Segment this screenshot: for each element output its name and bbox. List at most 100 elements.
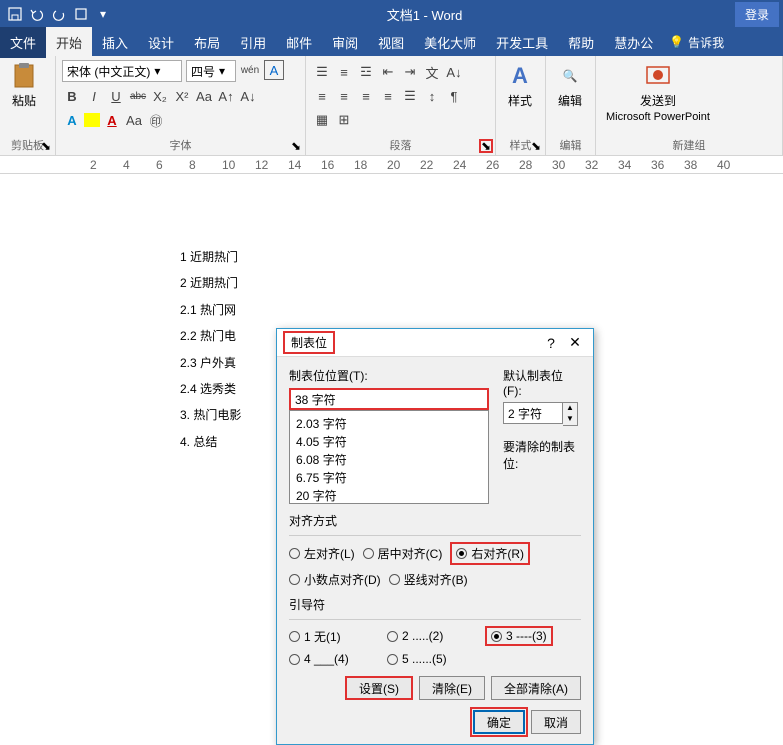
tab-help[interactable]: 帮助 [558, 27, 604, 58]
numbering-button[interactable]: ≡ [334, 62, 354, 82]
show-marks-button[interactable]: ¶ [444, 86, 464, 106]
editing-button[interactable]: 🔍编辑 [552, 60, 588, 111]
leader-1-radio[interactable]: 1 无(1) [289, 628, 379, 645]
save-icon[interactable] [4, 3, 26, 25]
underline-button[interactable]: U [106, 86, 126, 106]
decrease-indent-button[interactable]: ⇤ [378, 62, 398, 82]
multilevel-button[interactable]: ☲ [356, 62, 376, 82]
spin-up-icon[interactable]: ▲ [563, 403, 577, 414]
clear-button[interactable]: 清除(E) [419, 676, 485, 700]
line-spacing-button[interactable]: ↕ [422, 86, 442, 106]
shrink-font-button[interactable]: A↓ [238, 86, 258, 106]
justify-button[interactable]: ≡ [378, 86, 398, 106]
ruler-mark: 8 [189, 158, 196, 172]
text-effects-button[interactable]: A [62, 110, 82, 130]
grow-font-button[interactable]: A↑ [216, 86, 236, 106]
ruler-mark: 18 [354, 158, 367, 172]
enclose-char-button[interactable]: ㊞ [146, 110, 166, 130]
paste-button[interactable]: 粘贴 [6, 60, 42, 111]
list-item[interactable]: 6.08 字符 [296, 451, 482, 469]
styles-icon: A [506, 62, 534, 90]
tab-home[interactable]: 开始 [46, 27, 92, 58]
ruler-mark: 16 [321, 158, 334, 172]
cancel-button[interactable]: 取消 [531, 710, 581, 734]
tab-beautify[interactable]: 美化大师 [414, 27, 486, 58]
list-item[interactable]: 4.05 字符 [296, 433, 482, 451]
subscript-button[interactable]: X₂ [150, 86, 170, 106]
list-item[interactable]: 2.03 字符 [296, 415, 482, 433]
ruler-mark: 34 [618, 158, 631, 172]
tab-insert[interactable]: 插入 [92, 27, 138, 58]
tab-review[interactable]: 审阅 [322, 27, 368, 58]
doc-line: 2.4 选秀类 [180, 376, 241, 402]
horizontal-ruler[interactable]: 246810121416182022242628303234363840 [0, 156, 783, 174]
italic-button[interactable]: I [84, 86, 104, 106]
distribute-button[interactable]: ☰ [400, 86, 420, 106]
redo-icon[interactable] [48, 3, 70, 25]
leader-4-radio[interactable]: 4 ___(4) [289, 652, 379, 666]
qat-customize-icon[interactable]: ▾ [92, 3, 114, 25]
borders-button[interactable]: ⊞ [334, 110, 354, 130]
font-size-combo[interactable]: 四号▾ [186, 60, 236, 82]
leader-5-radio[interactable]: 5 ......(5) [387, 652, 447, 666]
align-left-radio[interactable]: 左对齐(L) [289, 545, 355, 562]
styles-launcher[interactable]: ⬊ [529, 139, 543, 153]
align-left-button[interactable]: ≡ [312, 86, 332, 106]
align-right-radio[interactable]: 右对齐(R) [450, 542, 530, 565]
clear-all-button[interactable]: 全部清除(A) [491, 676, 581, 700]
list-item[interactable]: 6.75 字符 [296, 469, 482, 487]
tab-mailings[interactable]: 邮件 [276, 27, 322, 58]
spin-down-icon[interactable]: ▼ [563, 414, 577, 425]
tab-references[interactable]: 引用 [230, 27, 276, 58]
paragraph-launcher[interactable]: ⬊ [479, 139, 493, 153]
list-item[interactable]: 20 字符 [296, 487, 482, 504]
default-tab-spinner[interactable]: ▲▼ [503, 402, 581, 426]
change-case-button[interactable]: Aa [194, 86, 214, 106]
align-right-button[interactable]: ≡ [356, 86, 376, 106]
styles-button[interactable]: A样式 [502, 60, 538, 111]
tell-me[interactable]: 💡 告诉我 [669, 34, 724, 51]
login-button[interactable]: 登录 [735, 2, 779, 27]
undo-icon[interactable] [26, 3, 48, 25]
highlight-button[interactable] [84, 113, 100, 127]
tab-position-input[interactable] [289, 388, 489, 410]
send-to-ppt-button[interactable]: 发送到Microsoft PowerPoint [602, 60, 714, 125]
clipboard-launcher[interactable]: ⬊ [39, 139, 53, 153]
tab-huiban[interactable]: 慧办公 [604, 27, 663, 58]
strike-button[interactable]: abc [128, 86, 148, 106]
phonetic-button[interactable]: wén [240, 60, 260, 80]
font-launcher[interactable]: ⬊ [289, 139, 303, 153]
sort-button[interactable]: A↓ [444, 62, 464, 82]
char-border-button[interactable]: A [264, 60, 284, 80]
align-center-radio[interactable]: 居中对齐(C) [363, 545, 443, 562]
superscript-button[interactable]: X² [172, 86, 192, 106]
font-color-button[interactable]: A [102, 110, 122, 130]
tab-design[interactable]: 设计 [138, 27, 184, 58]
font-family-combo[interactable]: 宋体 (中文正文)▾ [62, 60, 182, 82]
set-button[interactable]: 设置(S) [345, 676, 413, 700]
bold-button[interactable]: B [62, 86, 82, 106]
text-direction-button[interactable]: 文 [422, 62, 442, 82]
leader-2-radio[interactable]: 2 .....(2) [387, 629, 477, 643]
alignment-label: 对齐方式 [289, 512, 581, 529]
shading-button[interactable]: ▦ [312, 110, 332, 130]
dialog-close-button[interactable]: ✕ [563, 334, 587, 351]
ruler-mark: 40 [717, 158, 730, 172]
tab-positions-listbox[interactable]: 2.03 字符4.05 字符6.08 字符6.75 字符20 字符 [289, 410, 489, 504]
char-shading-button[interactable]: Aa [124, 110, 144, 130]
clipboard-icon [10, 62, 38, 90]
touch-icon[interactable] [70, 3, 92, 25]
increase-indent-button[interactable]: ⇥ [400, 62, 420, 82]
align-bar-radio[interactable]: 竖线对齐(B) [389, 571, 468, 588]
align-center-button[interactable]: ≡ [334, 86, 354, 106]
bullets-button[interactable]: ☰ [312, 62, 332, 82]
ok-button[interactable]: 确定 [473, 710, 525, 734]
dialog-help-button[interactable]: ? [539, 335, 563, 351]
tab-layout[interactable]: 布局 [184, 27, 230, 58]
tab-developer[interactable]: 开发工具 [486, 27, 558, 58]
ruler-mark: 22 [420, 158, 433, 172]
tab-view[interactable]: 视图 [368, 27, 414, 58]
tab-file[interactable]: 文件 [0, 27, 46, 58]
leader-3-radio[interactable]: 3 ----(3) [485, 626, 553, 646]
align-decimal-radio[interactable]: 小数点对齐(D) [289, 571, 381, 588]
